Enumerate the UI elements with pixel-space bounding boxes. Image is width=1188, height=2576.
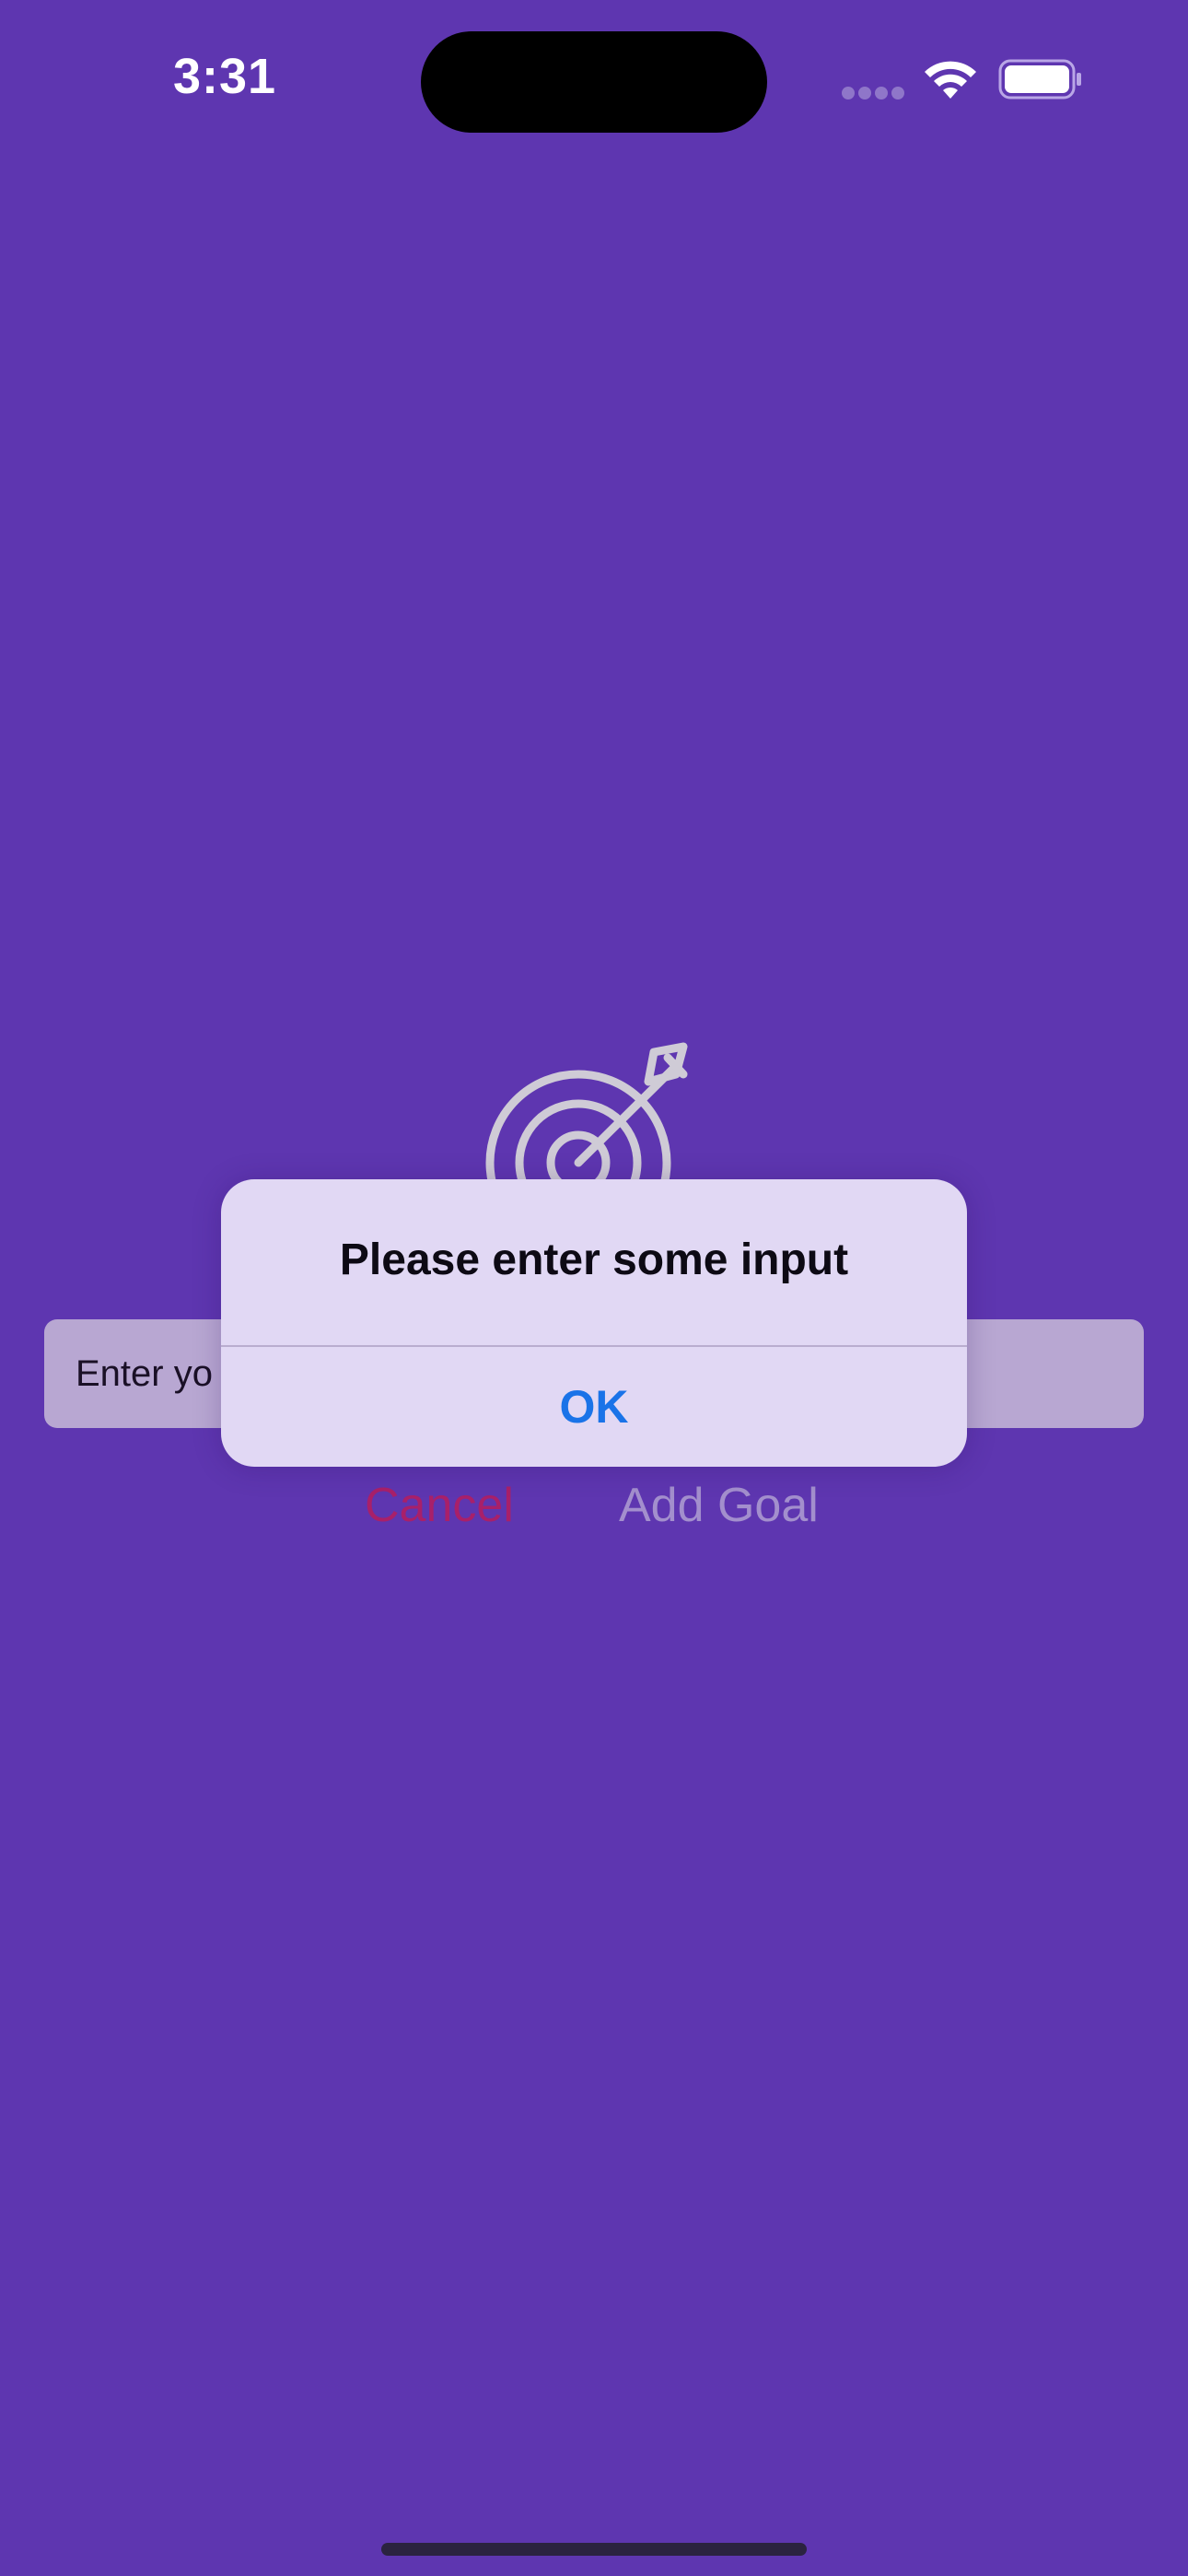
- app-screen: 3:31 Enter yo Cancel Add Goal Please ent…: [0, 0, 1188, 2576]
- ok-button[interactable]: OK: [221, 1347, 967, 1467]
- alert-dialog: Please enter some input OK: [221, 1179, 967, 1467]
- alert-title: Please enter some input: [339, 1235, 849, 1284]
- home-indicator[interactable]: [381, 2543, 807, 2556]
- battery-icon: [998, 59, 1081, 100]
- add-goal-button[interactable]: Add Goal: [619, 1478, 819, 1533]
- status-time: 3:31: [173, 49, 277, 104]
- cellular-signal-icon: [842, 87, 906, 100]
- cancel-button[interactable]: Cancel: [365, 1478, 514, 1533]
- dynamic-island: [421, 31, 767, 133]
- wifi-icon: [925, 61, 976, 99]
